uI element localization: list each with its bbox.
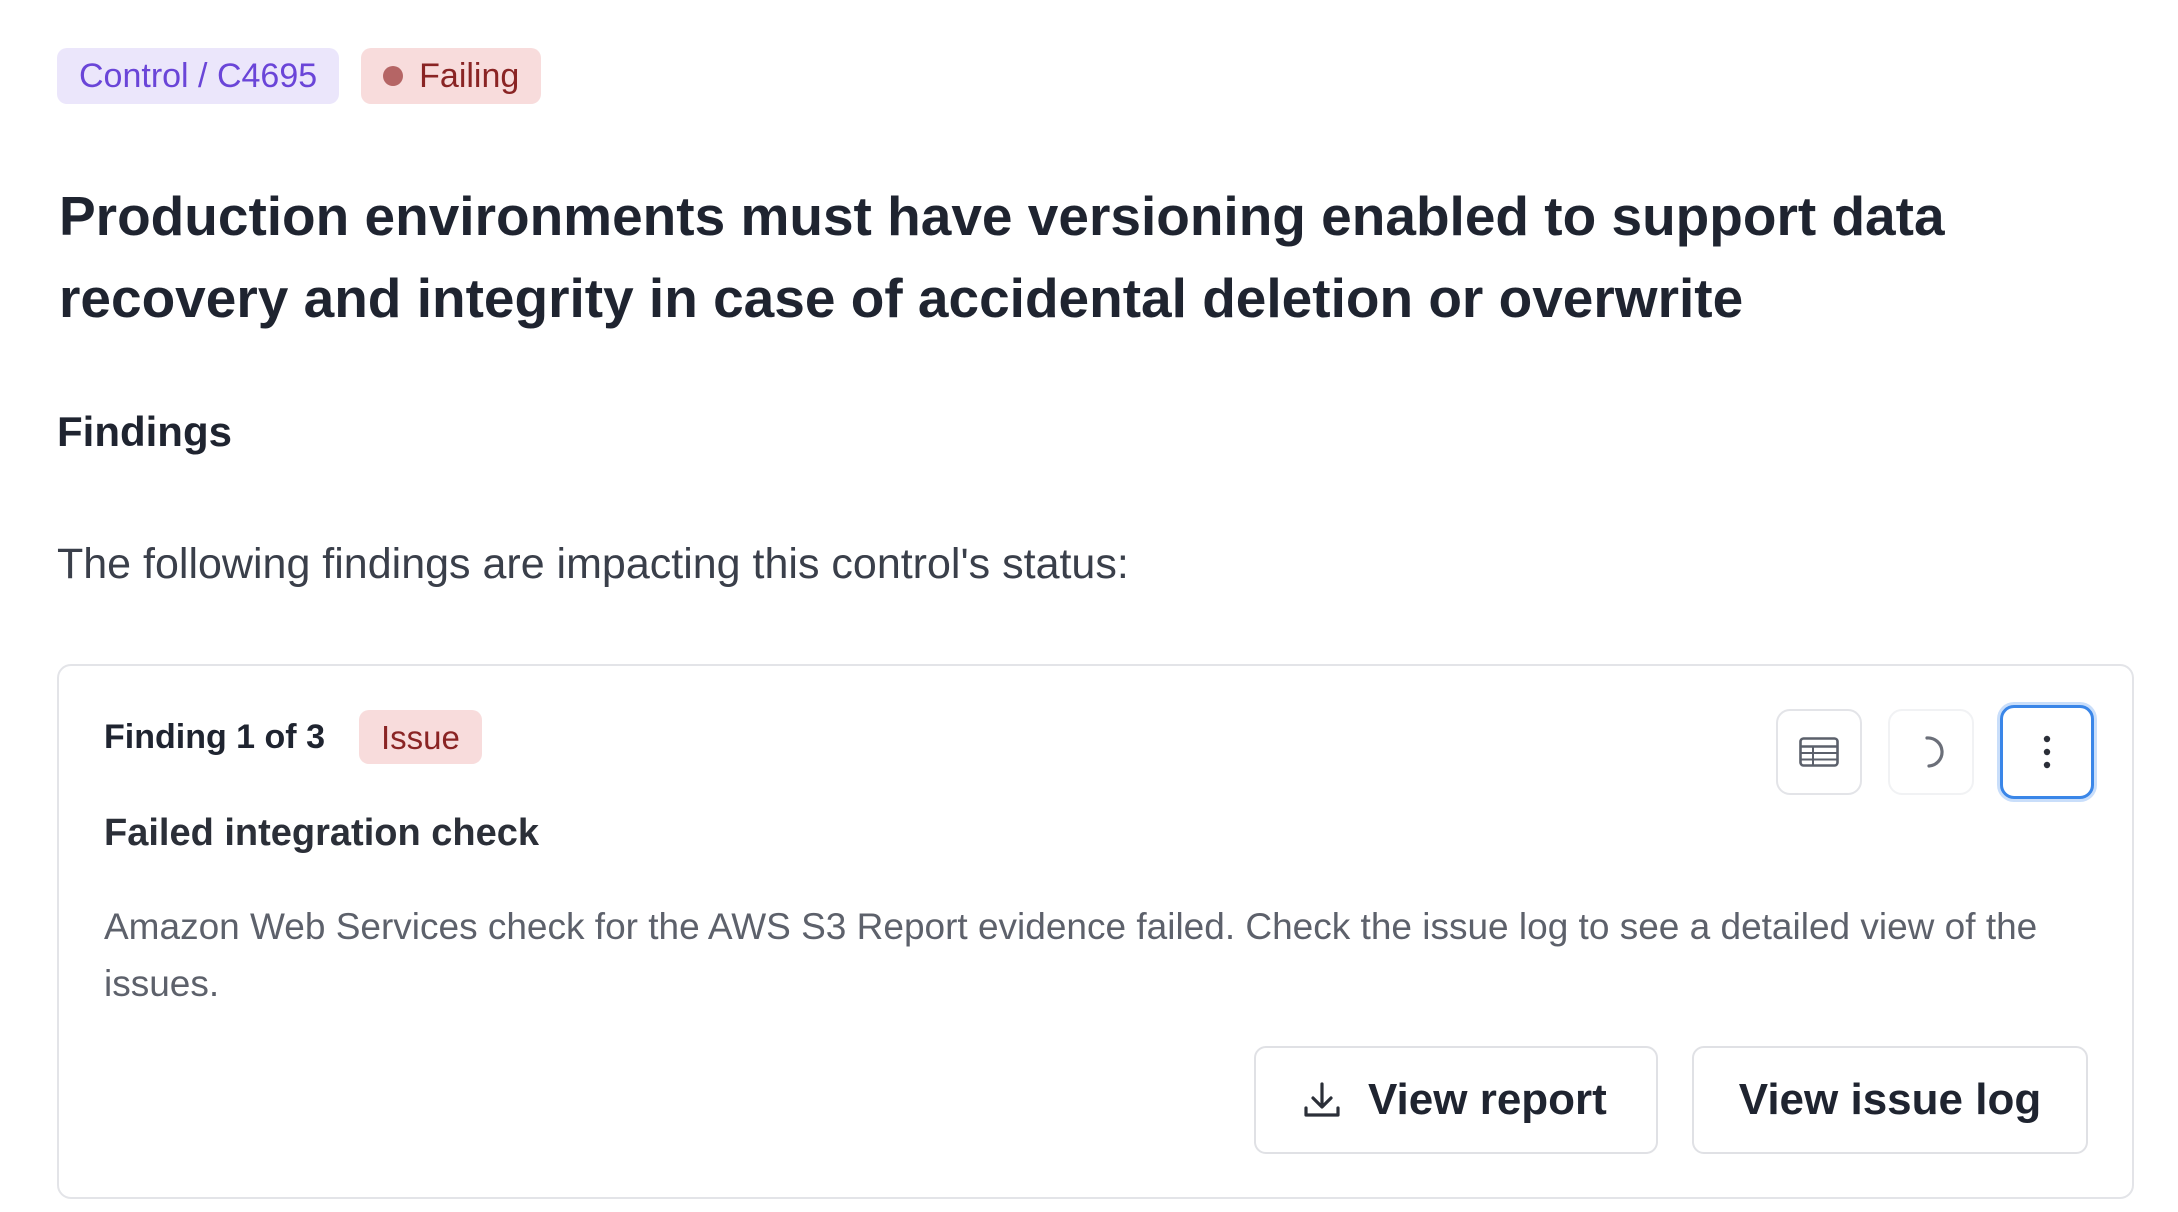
finding-card: Finding 1 of 3 Issue Failed integration …: [57, 664, 2134, 1199]
loading-spinner-icon: [1925, 736, 1944, 768]
control-detail-page: Control / C4695 Failing Production envir…: [0, 0, 2178, 1212]
header-badges: Control / C4695 Failing: [57, 48, 542, 104]
page-title: Production environments must have versio…: [59, 185, 1945, 329]
finding-type-label: Issue: [380, 718, 460, 756]
table-icon: [1799, 737, 1839, 767]
finding-card-header: Finding 1 of 3 Issue: [104, 710, 482, 764]
findings-heading: Findings: [57, 408, 232, 455]
control-id-badge: Control / C4695: [57, 48, 340, 104]
download-icon: [1304, 1082, 1340, 1117]
status-dot-icon: [383, 66, 404, 86]
finding-type-badge: Issue: [358, 710, 482, 764]
status-label: Failing: [419, 57, 520, 95]
more-options-button[interactable]: [2000, 705, 2094, 799]
findings-intro: The following findings are impacting thi…: [57, 540, 1129, 588]
status-badge: Failing: [361, 48, 542, 104]
finding-count: Finding 1 of 3: [104, 717, 325, 756]
view-issue-log-label: View issue log: [1738, 1075, 2042, 1124]
loading-button[interactable]: [1888, 709, 1974, 795]
control-id-label: Control / C4695: [79, 57, 318, 95]
view-report-label: View report: [1368, 1075, 1607, 1124]
finding-toolbar: [1776, 705, 2094, 799]
finding-title: Failed integration check: [104, 812, 539, 854]
finding-actions: View report View issue log: [1254, 1046, 2088, 1154]
table-view-button[interactable]: [1776, 709, 1862, 795]
view-issue-log-button[interactable]: View issue log: [1692, 1046, 2088, 1154]
more-vertical-icon: [2043, 735, 2051, 769]
finding-description: Amazon Web Services check for the AWS S3…: [104, 906, 2038, 1004]
view-report-button[interactable]: View report: [1254, 1046, 1658, 1154]
